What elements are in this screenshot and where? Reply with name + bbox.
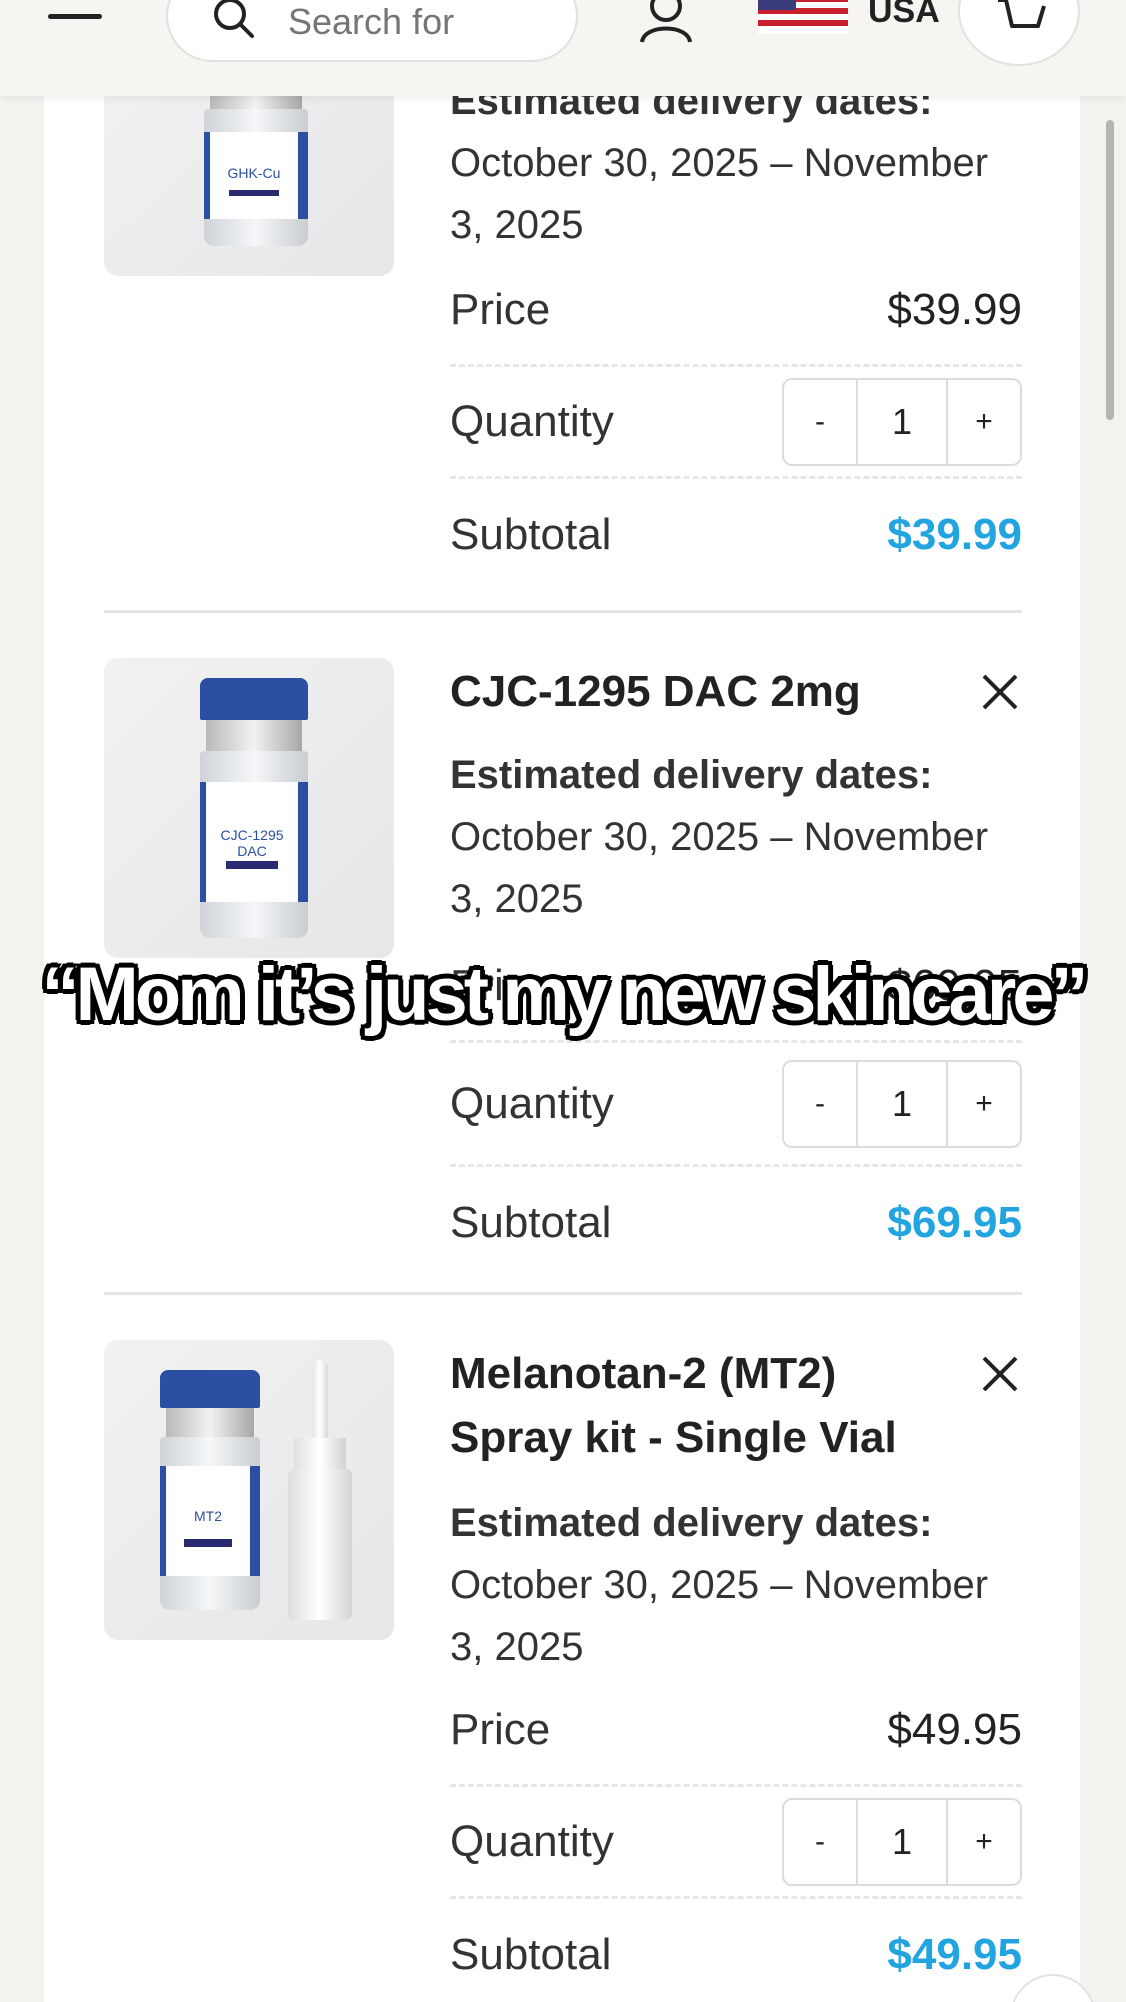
site-header: USA ⌄	[0, 0, 1126, 96]
delivery-estimate: Estimated delivery dates: October 30, 20…	[450, 1501, 989, 1669]
quantity-stepper: - 1 +	[782, 1797, 1022, 1886]
product-name[interactable]: Melanotan-2 (MT2) Spray kit - Single Via…	[450, 1342, 970, 1470]
quantity-row: Quantity - 1 +	[450, 367, 1022, 479]
delivery-estimate: Estimated delivery dates: October 30, 20…	[450, 753, 989, 921]
price-row: Price $39.99	[450, 255, 1022, 367]
quantity-row: Quantity - 1 +	[450, 1787, 1022, 1899]
price-value: $49.95	[887, 1704, 1022, 1754]
quantity-value[interactable]: 1	[856, 1061, 948, 1146]
subtotal-value: $69.95	[887, 1198, 1022, 1247]
subtotal-row: Subtotal $39.99	[450, 510, 1022, 559]
increase-button[interactable]: +	[948, 1062, 1020, 1146]
decrease-button[interactable]: -	[784, 380, 856, 464]
item-divider	[104, 610, 1022, 613]
search-bar[interactable]	[166, 0, 578, 62]
increase-button[interactable]: +	[948, 380, 1020, 464]
price-value: $39.99	[887, 284, 1022, 334]
menu-icon[interactable]	[48, 0, 102, 26]
price-row: Price $49.95	[450, 1675, 1022, 1787]
nasal-spray-image	[288, 1360, 352, 1620]
quantity-value[interactable]: 1	[856, 1799, 948, 1884]
cart-button[interactable]	[958, 0, 1080, 66]
delivery-estimate: Estimated delivery dates: October 30, 20…	[450, 79, 989, 247]
us-flag-icon[interactable]	[758, 0, 848, 34]
scrollbar-thumb[interactable]	[1106, 120, 1114, 420]
cart-icon	[998, 0, 1046, 28]
quantity-row: Quantity - 1 +	[450, 1043, 1022, 1167]
quantity-stepper: - 1 +	[782, 377, 1022, 466]
close-icon[interactable]	[978, 670, 1022, 714]
quantity-stepper: - 1 +	[782, 1059, 1022, 1148]
country-selector[interactable]: USA	[868, 0, 940, 31]
product-name[interactable]: CJC-1295 DAC 2mg	[450, 660, 970, 724]
close-icon[interactable]	[978, 1352, 1022, 1396]
quantity-value[interactable]: 1	[856, 379, 948, 464]
subtotal-row: Subtotal $49.95	[450, 1930, 1022, 1979]
video-caption: “Mom it’s just my new skincare”	[41, 952, 1088, 1037]
search-icon	[214, 0, 254, 38]
subtotal-value: $39.99	[887, 510, 1022, 559]
product-image[interactable]: CJC-1295 DAC	[104, 658, 394, 958]
cart-items-panel: GHK-Cu Estimated delivery dates: October…	[44, 56, 1080, 2002]
subtotal-value: $49.95	[887, 1930, 1022, 1979]
decrease-button[interactable]: -	[784, 1062, 856, 1146]
product-image[interactable]: MT2	[104, 1340, 394, 1640]
vial-image: MT2	[160, 1370, 260, 1610]
increase-button[interactable]: +	[948, 1800, 1020, 1884]
vial-image: CJC-1295 DAC	[200, 678, 308, 938]
item-divider	[104, 1292, 1022, 1295]
cart-page: USA ⌄ GHK-Cu Estimated delivery dates: O…	[0, 0, 1126, 2002]
subtotal-row: Subtotal $69.95	[450, 1198, 1022, 1247]
decrease-button[interactable]: -	[784, 1800, 856, 1884]
search-input[interactable]	[288, 2, 558, 42]
account-icon[interactable]	[636, 0, 696, 44]
